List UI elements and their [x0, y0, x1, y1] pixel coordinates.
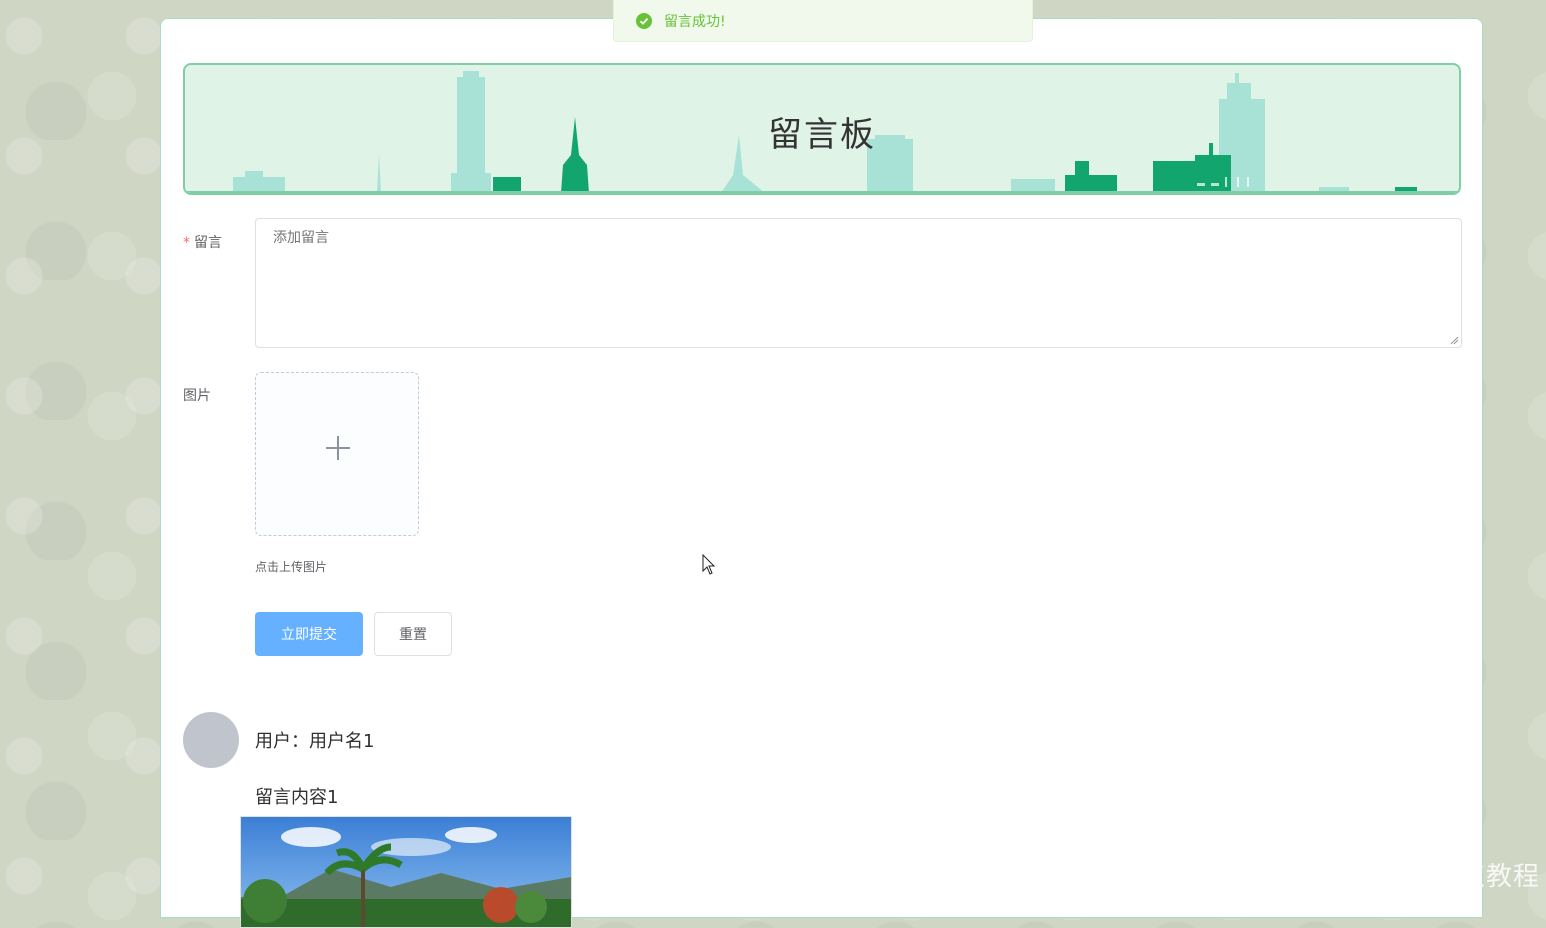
toast-message: 留言成功!	[664, 13, 726, 30]
check-circle-icon	[636, 12, 652, 29]
comment-content: 留言内容1	[255, 787, 339, 808]
success-toast: 留言成功!	[613, 0, 1033, 42]
message-label: * 留言	[183, 232, 222, 252]
watermark: CSDN @一点教程	[1318, 861, 1540, 891]
guestbook-card: 留言板 *留言 图片 点击上传图片 立即提交 重置 用户：用户名1 留言内容1	[160, 18, 1483, 928]
reset-button[interactable]: 重置	[374, 612, 452, 656]
submit-button[interactable]: 立即提交	[255, 612, 363, 656]
tropical-landscape-image	[241, 817, 571, 927]
comment-image	[240, 816, 572, 928]
plus-icon	[326, 436, 350, 460]
image-upload-box[interactable]	[255, 372, 419, 536]
banner-title: 留言板	[768, 115, 876, 155]
guestbook-banner: 留言板	[183, 63, 1461, 195]
resize-grip-icon[interactable]	[1449, 335, 1459, 345]
avatar	[183, 712, 239, 768]
upload-tip: 点击上传图片	[255, 560, 328, 574]
comment-username: 用户：用户名1	[255, 731, 375, 752]
required-asterisk: *	[183, 235, 190, 251]
message-textarea[interactable]	[255, 218, 1462, 348]
message-label-text: 留言	[194, 235, 222, 251]
mouse-cursor-icon	[702, 554, 716, 575]
image-label: 图片	[183, 388, 211, 404]
